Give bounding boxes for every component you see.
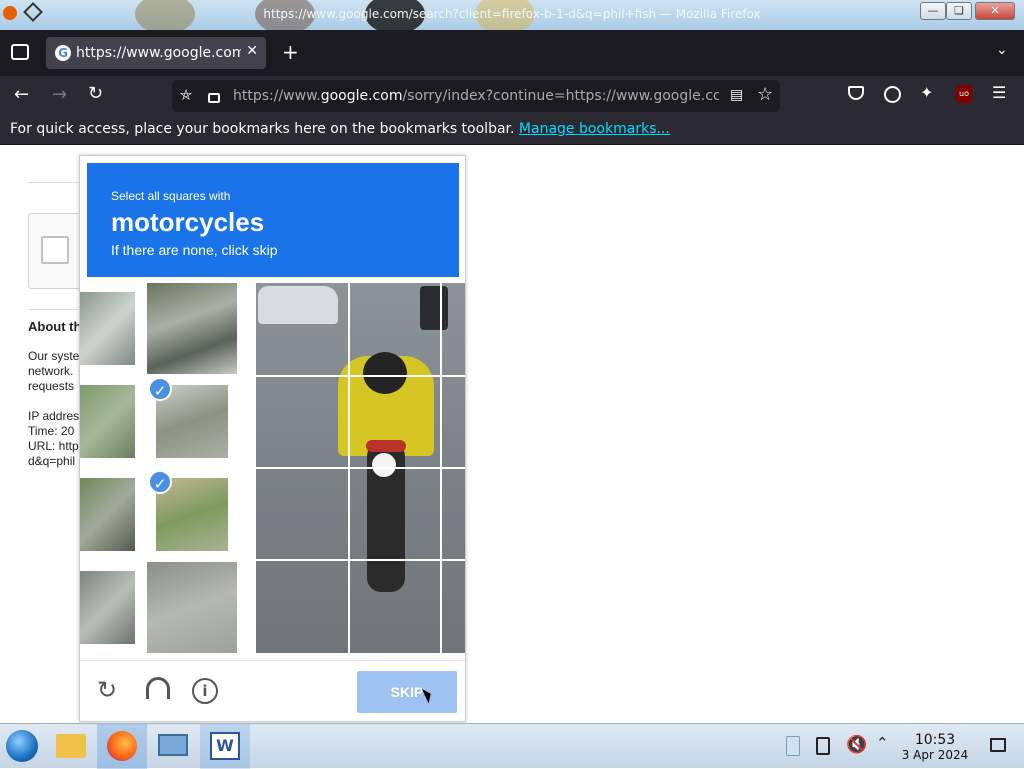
tray-app-icon[interactable]	[786, 736, 800, 756]
hint-text: If there are none, click skip	[111, 242, 278, 258]
checkmark-icon: ✓	[148, 377, 172, 401]
url-text[interactable]: https://www.google.com/sorry/index?conti…	[233, 88, 719, 104]
instruction-text: Select all squares with	[111, 189, 231, 203]
clock-time: 10:53	[914, 732, 956, 748]
firefox-icon	[107, 731, 137, 761]
reload-icon[interactable]: ↻	[88, 83, 103, 104]
tab-bar: G https://www.google.com/ ✕ + ⌄	[0, 30, 1024, 76]
navigation-bar: ← → ↻ ⛤ https://www.google.com/sorry/ind…	[0, 76, 1024, 116]
time-line: Time: 20	[28, 424, 75, 438]
maximize-icon: ❏	[954, 4, 964, 17]
new-tab-icon[interactable]: +	[282, 40, 299, 64]
taskbar-word[interactable]: W	[200, 724, 250, 769]
tab-overview-icon[interactable]	[11, 44, 29, 60]
windows-orb-icon	[6, 730, 38, 762]
body-line: requests	[28, 379, 75, 393]
tab-close-icon[interactable]: ✕	[246, 43, 258, 59]
system-clock[interactable]: 10:53 3 Apr 2024	[900, 732, 970, 762]
recaptcha-checkbox[interactable]	[41, 236, 69, 264]
headlight	[372, 453, 396, 477]
checkmark-icon: ✓	[148, 470, 172, 494]
captcha-tile[interactable]	[147, 562, 237, 653]
captcha-tile[interactable]	[147, 283, 237, 374]
start-button[interactable]	[0, 724, 50, 769]
close-window-button[interactable]: ✕	[975, 2, 1015, 20]
helmet	[363, 352, 407, 394]
url-line-continued: d&q=phil	[28, 454, 76, 468]
account-icon[interactable]	[884, 86, 901, 103]
challenge-header: Select all squares with motorcycles If t…	[87, 163, 459, 277]
computer-icon	[158, 734, 188, 756]
clipboard-icon[interactable]	[816, 737, 830, 755]
taskbar-file-manager[interactable]	[46, 724, 96, 769]
tab-google[interactable]: G https://www.google.com/ ✕	[46, 37, 266, 69]
grid-line	[256, 375, 465, 377]
info-icon[interactable]: i	[192, 678, 218, 704]
road-car	[258, 286, 338, 324]
window-titlebar: https://www.google.com/search?client=fir…	[0, 0, 1024, 30]
road-car	[420, 286, 448, 330]
taskbar-system-app[interactable]	[148, 724, 198, 769]
fairing	[366, 440, 406, 452]
tab-title: https://www.google.com/	[76, 45, 241, 61]
manage-bookmarks-link[interactable]: Manage bookmarks...	[519, 121, 670, 137]
target-object-text: motorcycles	[111, 207, 265, 237]
extensions-icon[interactable]: ✦	[920, 83, 933, 102]
captcha-tile[interactable]	[80, 385, 135, 458]
bookmark-star-icon[interactable]: ☆	[757, 84, 773, 105]
shield-icon[interactable]: ⛤	[180, 86, 192, 104]
maximize-button[interactable]: ❏	[946, 2, 972, 20]
window-title: https://www.google.com/search?client=fir…	[263, 7, 761, 21]
skip-button[interactable]: SKIP	[357, 671, 457, 713]
ublock-icon[interactable]: uo	[956, 85, 972, 103]
ip-line: IP addres	[28, 409, 80, 423]
list-all-tabs-icon[interactable]: ⌄	[996, 42, 1008, 58]
google-favicon-icon: G	[55, 45, 71, 61]
tray-expand-icon[interactable]: ⌃	[876, 734, 889, 752]
captcha-tile[interactable]	[80, 478, 135, 551]
body-line: network.	[28, 364, 74, 378]
forward-arrow-icon[interactable]: →	[52, 84, 67, 105]
captcha-tile[interactable]	[80, 571, 135, 644]
captcha-tile[interactable]	[80, 292, 135, 365]
taskbar-firefox[interactable]	[97, 724, 147, 769]
reload-challenge-icon[interactable]: ↻	[97, 676, 117, 704]
lock-icon[interactable]	[208, 93, 220, 103]
audio-challenge-icon[interactable]	[146, 677, 170, 699]
minimize-button[interactable]: —	[920, 2, 946, 20]
taskbar: W 🔇 ⌃ 10:53 3 Apr 2024	[0, 723, 1024, 769]
about-heading: About th	[28, 319, 82, 334]
pocket-icon[interactable]	[848, 86, 864, 100]
url-line: URL: http	[28, 439, 79, 453]
body-line: Our syste	[28, 349, 80, 363]
show-desktop-icon[interactable]	[990, 738, 1006, 752]
clock-date: 3 Apr 2024	[901, 748, 969, 762]
word-icon: W	[210, 732, 240, 760]
bookmarks-toolbar: For quick access, place your bookmarks h…	[0, 116, 1024, 145]
challenge-footer: ↻ i SKIP	[80, 660, 465, 721]
hamburger-menu-icon[interactable]: ☰	[992, 83, 1006, 102]
url-bar[interactable]: ⛤ https://www.google.com/sorry/index?con…	[172, 80, 780, 112]
reader-view-icon[interactable]: ▤	[730, 87, 743, 103]
recaptcha-challenge: Select all squares with motorcycles If t…	[79, 155, 466, 722]
bookmarks-message: For quick access, place your bookmarks h…	[10, 121, 670, 137]
back-arrow-icon[interactable]: ←	[14, 84, 29, 105]
minimize-icon: —	[927, 4, 939, 17]
close-icon: ✕	[990, 4, 1000, 17]
folder-icon	[56, 734, 86, 758]
volume-muted-icon[interactable]: 🔇	[846, 735, 867, 755]
grid-line	[256, 559, 465, 561]
grid-line	[256, 467, 465, 469]
